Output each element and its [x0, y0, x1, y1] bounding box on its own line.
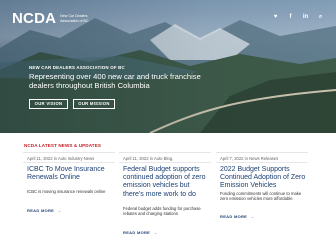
read-more-label: READ MORE [123, 230, 151, 235]
twitter-icon[interactable]: ♥ [272, 13, 279, 21]
site-logo[interactable]: NCDA New Car Dealers Association of BC [12, 10, 106, 27]
news-card-meta: April 7, 2022 in News Releases [220, 156, 279, 161]
hero-banner: NCDA New Car Dealers Association of BC ♥… [0, 0, 336, 133]
logo-subtitle: New Car Dealers Association of BC [60, 14, 89, 23]
hero-heading: Representing over 400 new car and truck … [29, 72, 201, 91]
news-card-divider [216, 162, 308, 163]
news-card-headline[interactable]: 2022 Budget Supports Continued Adoption … [220, 166, 306, 191]
news-card[interactable]: April 11, 2022 in Auto Blog, Federal Bud… [119, 152, 211, 252]
news-card-divider [119, 162, 211, 163]
arrow-right-icon: → [153, 230, 158, 235]
news-card-headline[interactable]: ICBC To Move Insurance Renewals Online [27, 166, 113, 182]
news-section-title: NCDA LATEST NEWS & UPDATES [24, 143, 102, 148]
news-card-excerpt: Federal budget adds funding for purchase… [123, 206, 201, 217]
social-links: ♥ f in ⌕ [272, 13, 324, 21]
logo-wordmark: NCDA [12, 10, 57, 27]
our-mission-button[interactable]: OUR MISSION [73, 99, 115, 109]
news-card-meta: April 11, 2022 in Auto Blog, [123, 156, 174, 161]
news-card[interactable]: April 7, 2022 in News Releases 2022 Budg… [216, 152, 308, 252]
our-vision-button[interactable]: OUR VISION [29, 99, 68, 109]
news-card-excerpt: Funding commitments will continue to mak… [220, 191, 302, 202]
search-icon[interactable]: ⌕ [317, 13, 324, 21]
arrow-right-icon: → [57, 208, 62, 213]
facebook-icon[interactable]: f [287, 13, 294, 21]
read-more-link[interactable]: READ MORE → [27, 208, 61, 213]
news-card-meta: April 11, 2022 in Auto Industry News [27, 156, 95, 161]
news-card-excerpt: ICBC is moving insurance renewals online [27, 189, 106, 194]
read-more-label: READ MORE [220, 214, 248, 219]
read-more-label: READ MORE [27, 208, 55, 213]
read-more-link[interactable]: READ MORE → [123, 230, 157, 235]
news-card-headline[interactable]: Federal Budget supports continued adopti… [123, 166, 209, 199]
arrow-right-icon: → [250, 214, 255, 219]
hero-kicker: NEW CAR DEALERS ASSOCIATION OF BC [29, 65, 125, 70]
read-more-link[interactable]: READ MORE → [220, 214, 254, 219]
news-card-divider [23, 162, 115, 163]
news-card[interactable]: April 11, 2022 in Auto Industry News ICB… [23, 152, 115, 252]
linkedin-icon[interactable]: in [302, 13, 309, 21]
